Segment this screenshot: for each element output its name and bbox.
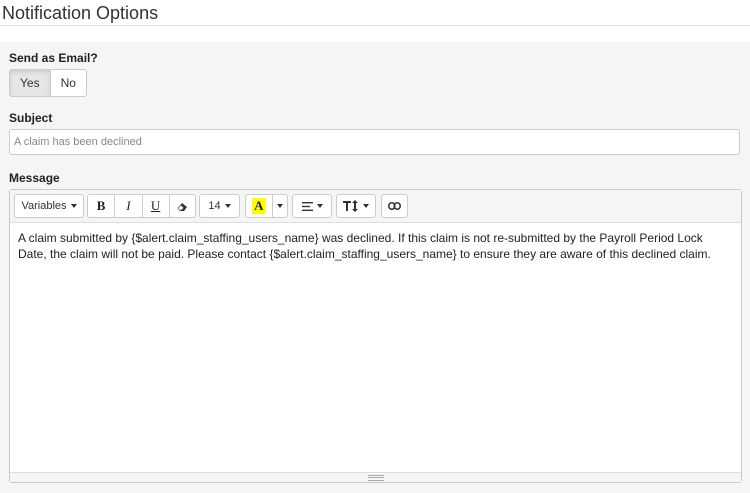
editor-resize-handle[interactable] [10,472,741,482]
paragraph-align-dropdown[interactable] [292,194,332,218]
underline-button[interactable]: U [143,195,170,217]
send-email-yes-button[interactable]: Yes [10,70,51,96]
subject-label: Subject [9,111,53,125]
chevron-down-icon [276,204,283,208]
highlight-color-group: A [245,194,288,218]
link-icon [388,202,401,210]
send-email-no-button[interactable]: No [50,70,86,96]
highlight-a-icon: A [252,198,266,214]
resize-grip-icon [368,475,384,481]
font-size-value: 14 [208,200,221,212]
italic-button[interactable]: I [115,195,143,217]
message-body[interactable]: A claim submitted by {$alert.claim_staff… [18,230,730,262]
subject-input[interactable] [9,129,740,155]
line-height-dropdown[interactable] [336,194,376,218]
send-email-toggle: Yes No [9,69,87,97]
align-left-icon [301,201,313,211]
chevron-down-icon [224,204,231,208]
chevron-down-icon [70,204,77,208]
variables-dropdown[interactable]: Variables [14,194,84,218]
page-title: Notification Options [2,3,159,23]
format-button-group: B I U [87,194,196,218]
send-email-label: Send as Email? [9,51,98,65]
message-label: Message [9,171,60,185]
eraser-button[interactable] [170,195,195,217]
highlight-color-button[interactable]: A [246,195,273,217]
chevron-down-icon [363,204,369,208]
message-editor: Variables B I U 14 A A claim submitted b… [9,189,742,483]
eraser-icon [177,202,187,211]
chevron-down-icon [316,204,323,208]
highlight-color-dropdown[interactable] [273,195,287,217]
editor-toolbar: Variables B I U 14 A [10,190,741,223]
bold-button[interactable]: B [88,195,116,217]
variables-label: Variables [21,200,67,212]
font-size-dropdown[interactable]: 14 [199,194,240,218]
text-height-icon [343,200,358,212]
insert-link-button[interactable] [381,194,408,218]
title-divider [0,25,750,26]
